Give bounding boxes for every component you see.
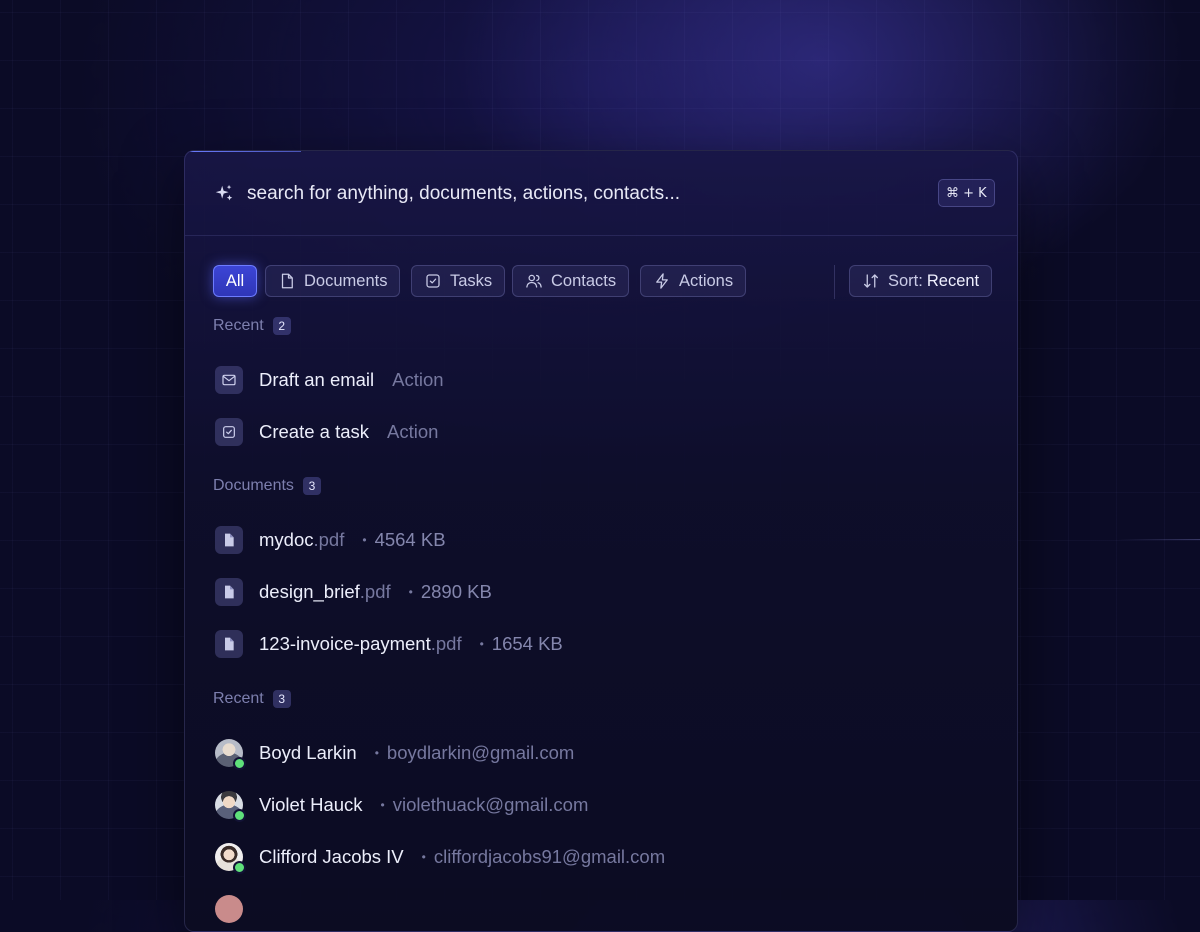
separator-dot: • bbox=[408, 585, 413, 599]
contact-name: Clifford Jacobs IV bbox=[259, 846, 404, 867]
avatar-partial bbox=[215, 895, 243, 923]
document-extension: .pdf bbox=[430, 633, 462, 654]
section-title-contacts: Recent 3 bbox=[213, 688, 291, 710]
count-badge: 2 bbox=[272, 317, 291, 335]
filter-chip-label: Documents bbox=[304, 271, 388, 290]
contact-row-boyd-larkin[interactable]: Boyd Larkin • boydlarkin@gmail.com bbox=[213, 737, 989, 770]
online-status-dot bbox=[233, 809, 246, 822]
filter-chip-actions[interactable]: Actions bbox=[640, 265, 747, 297]
item-title: Draft an email bbox=[259, 369, 375, 390]
filter-chip-label: Tasks bbox=[450, 271, 493, 290]
list-item-create-task[interactable]: Create a task Action bbox=[213, 416, 989, 448]
sort-arrows-icon bbox=[863, 274, 879, 288]
document-name: design_brief bbox=[259, 581, 360, 602]
sparkle-icon bbox=[213, 183, 235, 205]
separator-dot: • bbox=[380, 798, 385, 812]
file-icon bbox=[215, 630, 243, 658]
list-item-draft-email[interactable]: Draft an email Action bbox=[213, 364, 989, 396]
filter-chip-label: All bbox=[225, 271, 245, 290]
document-size: 2890 KB bbox=[420, 581, 492, 602]
filter-bar: All Documents Tasks Contacts Actions Sor… bbox=[213, 265, 993, 299]
sort-value: Recent bbox=[926, 271, 980, 290]
online-status-dot bbox=[233, 861, 246, 874]
filter-chip-label: Contacts bbox=[551, 271, 617, 290]
task-check-icon bbox=[215, 418, 243, 446]
separator-dot: • bbox=[374, 746, 379, 760]
document-extension: .pdf bbox=[359, 581, 391, 602]
shortcut-badge: ⌘ + K bbox=[938, 179, 995, 207]
contact-name: Boyd Larkin bbox=[259, 742, 357, 763]
contact-row-violet-hauck[interactable]: Violet Hauck • violethuack@gmail.com bbox=[213, 789, 989, 822]
file-icon bbox=[215, 578, 243, 606]
search-input[interactable] bbox=[247, 181, 847, 207]
count-badge: 3 bbox=[302, 477, 321, 495]
filter-chip-documents[interactable]: Documents bbox=[265, 265, 401, 297]
item-type: Action bbox=[392, 369, 444, 390]
document-icon bbox=[281, 273, 293, 289]
lightning-icon bbox=[656, 273, 668, 289]
document-row-invoice[interactable]: 123-invoice-payment .pdf • 1654 KB bbox=[213, 628, 989, 660]
filter-chip-all[interactable]: All bbox=[213, 265, 257, 297]
document-name: 123-invoice-payment bbox=[259, 633, 431, 654]
avatar bbox=[215, 739, 246, 770]
avatar bbox=[215, 843, 246, 874]
filter-chip-contacts[interactable]: Contacts bbox=[512, 265, 630, 297]
filter-divider bbox=[834, 265, 835, 299]
sort-button[interactable]: Sort: Recent bbox=[849, 265, 993, 297]
document-row-design-brief[interactable]: design_brief .pdf • 2890 KB bbox=[213, 576, 989, 608]
contact-email: boydlarkin@gmail.com bbox=[386, 742, 575, 763]
document-row-mydoc[interactable]: mydoc .pdf • 4564 KB bbox=[213, 524, 989, 556]
document-extension: .pdf bbox=[313, 529, 345, 550]
file-icon bbox=[215, 526, 243, 554]
sort-label: Sort: bbox=[888, 271, 923, 290]
contact-row-clifford-jacobs[interactable]: Clifford Jacobs IV • cliffordjacobs91@gm… bbox=[213, 841, 989, 874]
section-title-recent: Recent 2 bbox=[213, 315, 291, 337]
separator-dot: • bbox=[479, 637, 484, 651]
item-type: Action bbox=[387, 421, 439, 442]
document-size: 1654 KB bbox=[491, 633, 563, 654]
filter-chip-label: Actions bbox=[679, 271, 734, 290]
online-status-dot bbox=[233, 757, 246, 770]
search-bar: ⌘ + K bbox=[185, 151, 1017, 236]
filter-chip-tasks[interactable]: Tasks bbox=[411, 265, 506, 297]
mail-icon bbox=[215, 366, 243, 394]
decorative-line bbox=[1118, 539, 1200, 540]
section-title-label: Recent bbox=[213, 690, 264, 707]
command-palette: ⌘ + K All Documents Tasks Contacts bbox=[184, 150, 1018, 932]
separator-dot: • bbox=[421, 850, 426, 864]
document-name: mydoc bbox=[259, 529, 314, 550]
count-badge: 3 bbox=[272, 690, 291, 708]
section-title-label: Documents bbox=[213, 477, 294, 494]
checkbox-icon bbox=[426, 274, 440, 288]
document-size: 4564 KB bbox=[374, 529, 446, 550]
contact-email: violethuack@gmail.com bbox=[392, 794, 589, 815]
contact-name: Violet Hauck bbox=[259, 794, 363, 815]
section-title-documents: Documents 3 bbox=[213, 475, 321, 497]
users-icon bbox=[526, 274, 542, 288]
contact-email: cliffordjacobs91@gmail.com bbox=[433, 846, 666, 867]
item-title: Create a task bbox=[259, 421, 370, 442]
separator-dot: • bbox=[362, 533, 367, 547]
avatar bbox=[215, 791, 246, 822]
section-title-label: Recent bbox=[213, 317, 264, 334]
